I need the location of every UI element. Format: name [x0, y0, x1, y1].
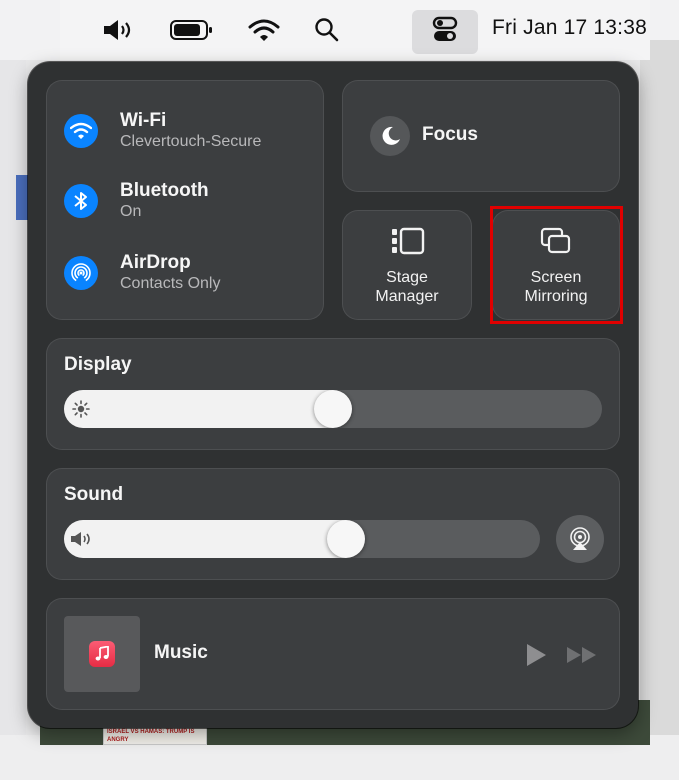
background-news-thumbnail: ISRAEL VS HAMAS: TRUMP IS ANGRY [103, 727, 207, 745]
play-icon[interactable] [524, 643, 548, 667]
focus-toggle[interactable] [370, 116, 410, 156]
display-title: Display [64, 354, 132, 375]
connectivity-tile: Wi-Fi Clevertouch-Secure Bluetooth On Ai… [46, 80, 324, 320]
brightness-slider[interactable] [64, 390, 602, 428]
bluetooth-icon [74, 192, 87, 210]
battery-icon[interactable] [168, 18, 216, 42]
brightness-slider-knob[interactable] [314, 390, 352, 428]
menu-bar: Fri Jan 17 13:38 [60, 0, 650, 60]
volume-fill [64, 520, 346, 558]
desktop-background-left [0, 60, 26, 760]
stage-manager-label-line1: Stage [386, 269, 428, 286]
focus-tile[interactable]: Focus [342, 80, 620, 192]
airdrop-row[interactable]: AirDrop Contacts Only [64, 252, 220, 294]
desktop-background-right [640, 40, 679, 760]
brightness-icon [72, 400, 90, 418]
control-center-panel: Wi-Fi Clevertouch-Secure Bluetooth On Ai… [28, 62, 638, 728]
brightness-fill [64, 390, 333, 428]
volume-icon [71, 532, 90, 546]
airplay-audio-icon [570, 527, 590, 550]
sound-tile: Sound [46, 468, 620, 580]
bluetooth-toggle[interactable] [64, 184, 98, 218]
moon-icon [382, 126, 400, 145]
airdrop-icon [71, 263, 91, 284]
background-window-edge [16, 175, 28, 220]
spotlight-search-icon[interactable] [312, 18, 342, 42]
stage-manager-tile[interactable]: Stage Manager [342, 210, 472, 320]
airdrop-toggle[interactable] [64, 256, 98, 290]
wifi-row[interactable]: Wi-Fi Clevertouch-Secure [64, 110, 261, 152]
fast-forward-icon[interactable] [566, 646, 598, 664]
wifi-title: Wi-Fi [120, 110, 167, 131]
album-art [64, 616, 140, 692]
stage-manager-icon [392, 227, 425, 255]
control-center-icon[interactable] [428, 16, 462, 42]
now-playing-app-name: Music [154, 642, 208, 663]
wifi-toggle[interactable] [64, 114, 98, 148]
airdrop-title: AirDrop [120, 252, 191, 273]
volume-slider[interactable] [64, 520, 540, 558]
airplay-audio-button[interactable] [556, 515, 604, 563]
display-tile: Display [46, 338, 620, 450]
wifi-icon[interactable] [246, 18, 282, 42]
bluetooth-row[interactable]: Bluetooth On [64, 180, 209, 222]
menu-bar-clock[interactable]: Fri Jan 17 13:38 [492, 16, 647, 40]
volume-slider-knob[interactable] [327, 520, 365, 558]
music-app-icon [89, 641, 115, 667]
wifi-icon [70, 122, 92, 139]
now-playing-tile: Music [46, 598, 620, 710]
volume-icon[interactable] [100, 18, 140, 42]
airdrop-status: Contacts Only [120, 275, 221, 292]
stage-manager-label-line2: Manager [375, 288, 439, 305]
bluetooth-status: On [120, 203, 142, 220]
sound-title: Sound [64, 484, 124, 505]
screen-mirroring-highlight [490, 206, 623, 324]
bluetooth-title: Bluetooth [120, 180, 209, 201]
wifi-network-name: Clevertouch-Secure [120, 133, 262, 150]
focus-label: Focus [422, 124, 478, 145]
